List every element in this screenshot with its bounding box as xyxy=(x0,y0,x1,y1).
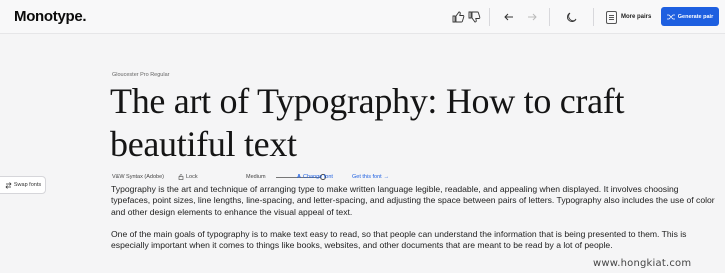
moon-icon[interactable] xyxy=(565,10,579,24)
change-font-button[interactable]: A Change font xyxy=(297,174,333,180)
list-icon xyxy=(606,10,617,24)
shuffle-icon xyxy=(666,14,675,19)
heading-font-name: Gloucester Pro Regular xyxy=(112,72,170,78)
top-bar: Monotype. More pairs Generate pair xyxy=(0,0,725,34)
weight-label: Medium xyxy=(246,174,266,180)
divider xyxy=(489,8,490,26)
body-font-controls: V&W Syntax (Adobe) Lock Medium A Change … xyxy=(112,173,412,183)
generate-pair-label: Generate pair xyxy=(677,13,714,20)
lock-toggle[interactable]: Lock xyxy=(178,174,198,180)
thumbs-down-icon[interactable] xyxy=(467,10,481,24)
divider xyxy=(549,8,550,26)
divider xyxy=(593,8,594,26)
arrow-left-icon[interactable] xyxy=(502,10,516,24)
font-icon: A xyxy=(297,174,301,180)
headline-sample: The art of Typography: How to craft beau… xyxy=(110,81,625,164)
arrow-right-icon: → xyxy=(383,174,390,180)
swap-icon xyxy=(5,181,12,189)
lock-icon xyxy=(178,174,184,180)
thumbs-up-icon[interactable] xyxy=(451,10,465,24)
arrow-right-icon[interactable] xyxy=(525,10,539,24)
generate-pair-button[interactable]: Generate pair xyxy=(661,7,719,26)
more-pairs-button[interactable]: More pairs xyxy=(606,8,651,26)
monotype-logo[interactable]: Monotype. xyxy=(14,8,87,25)
swap-fonts-button[interactable]: Swap fonts xyxy=(0,176,46,194)
body-paragraph: Typography is the art and technique of a… xyxy=(111,184,715,217)
change-font-label: Change font xyxy=(302,174,333,180)
watermark: www.hongkiat.com xyxy=(593,258,692,269)
body-font-name: V&W Syntax (Adobe) xyxy=(112,174,164,180)
body-paragraph: One of the main goals of typography is t… xyxy=(111,229,687,251)
get-font-label: Get this font xyxy=(352,174,382,180)
get-font-link[interactable]: Get this font → xyxy=(352,174,389,180)
lock-label: Lock xyxy=(186,174,198,180)
swap-fonts-label: Swap fonts xyxy=(13,182,42,188)
more-pairs-label: More pairs xyxy=(621,14,652,20)
